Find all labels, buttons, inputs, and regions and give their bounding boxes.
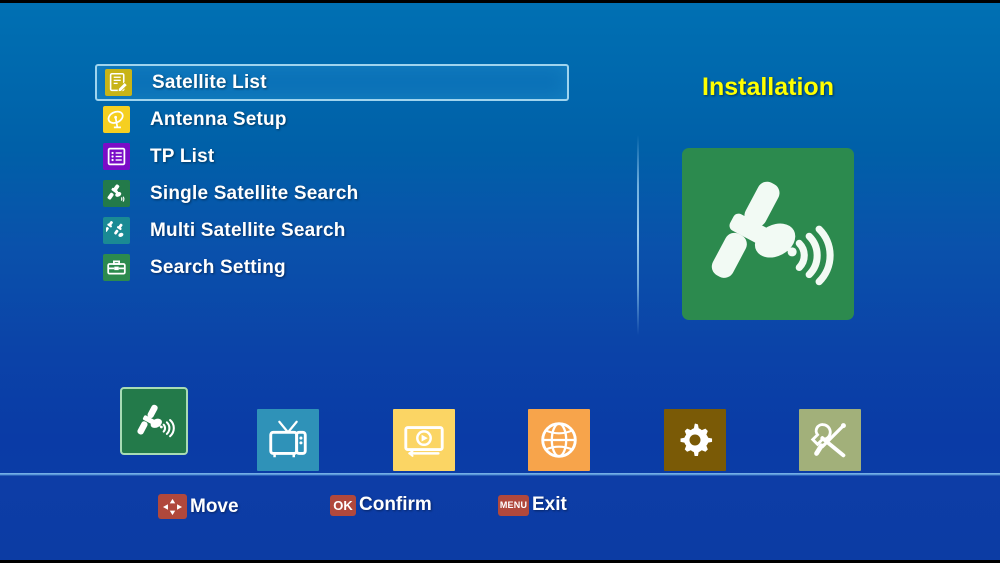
taskbar-item-media[interactable]: [393, 409, 455, 471]
hint-exit: MENU Exit: [498, 494, 567, 516]
menu-item-antenna-setup[interactable]: Antenna Setup: [95, 101, 569, 138]
menu-item-label: Single Satellite Search: [150, 182, 359, 204]
satellite-signal-icon: [120, 387, 188, 455]
menu-key-badge: MENU: [498, 494, 529, 516]
globe-icon: [528, 409, 590, 471]
installation-illustration-tile: [682, 148, 854, 320]
vertical-divider: [637, 135, 639, 335]
menu-item-label: TP List: [150, 145, 215, 167]
antenna-dish-icon: [103, 106, 130, 133]
taskbar-item-tools[interactable]: [799, 409, 861, 471]
satellite-dish-signal-icon: [697, 161, 839, 308]
key-hint-bar: Move OK Confirm MENU Exit: [0, 476, 1000, 560]
main-menu-taskbar: [0, 387, 1000, 471]
menu-item-label: Satellite List: [152, 71, 267, 93]
toolbox-icon: [103, 254, 130, 281]
taskbar-item-installation[interactable]: [120, 387, 188, 455]
installation-menu-list: Satellite List Antenna Setup TP List Sin…: [95, 64, 569, 286]
taskbar-item-system[interactable]: [664, 409, 726, 471]
taskbar-item-network[interactable]: [528, 409, 590, 471]
menu-item-label: Search Setting: [150, 256, 286, 278]
ok-key-badge: OK: [330, 494, 356, 516]
menu-item-label: Antenna Setup: [150, 108, 287, 130]
media-player-icon: [393, 409, 455, 471]
dpad-icon: [158, 494, 187, 519]
transponder-list-icon: [103, 143, 130, 170]
menu-item-single-satellite-search[interactable]: Single Satellite Search: [95, 175, 569, 212]
tools-icon: [799, 409, 861, 471]
gear-icon: [664, 409, 726, 471]
single-satellite-search-icon: [103, 180, 130, 207]
satellite-list-icon: [105, 69, 132, 96]
hint-confirm: OK Confirm: [330, 494, 432, 516]
menu-item-label: Multi Satellite Search: [150, 219, 346, 241]
tv-osd-screen: Satellite List Antenna Setup TP List Sin…: [0, 0, 1000, 563]
hint-label: Move: [190, 495, 239, 517]
hint-move: Move: [158, 494, 239, 519]
taskbar-item-channel[interactable]: [257, 409, 319, 471]
menu-item-tp-list[interactable]: TP List: [95, 138, 569, 175]
page-title: Installation: [702, 73, 834, 101]
hint-label: Confirm: [359, 494, 432, 515]
hint-label: Exit: [532, 494, 567, 515]
television-icon: [257, 409, 319, 471]
menu-item-satellite-list[interactable]: Satellite List: [95, 64, 569, 101]
multi-satellite-search-icon: [103, 217, 130, 244]
main-content-area: Satellite List Antenna Setup TP List Sin…: [0, 3, 1000, 475]
menu-item-multi-satellite-search[interactable]: Multi Satellite Search: [95, 212, 569, 249]
menu-item-search-setting[interactable]: Search Setting: [95, 249, 569, 286]
